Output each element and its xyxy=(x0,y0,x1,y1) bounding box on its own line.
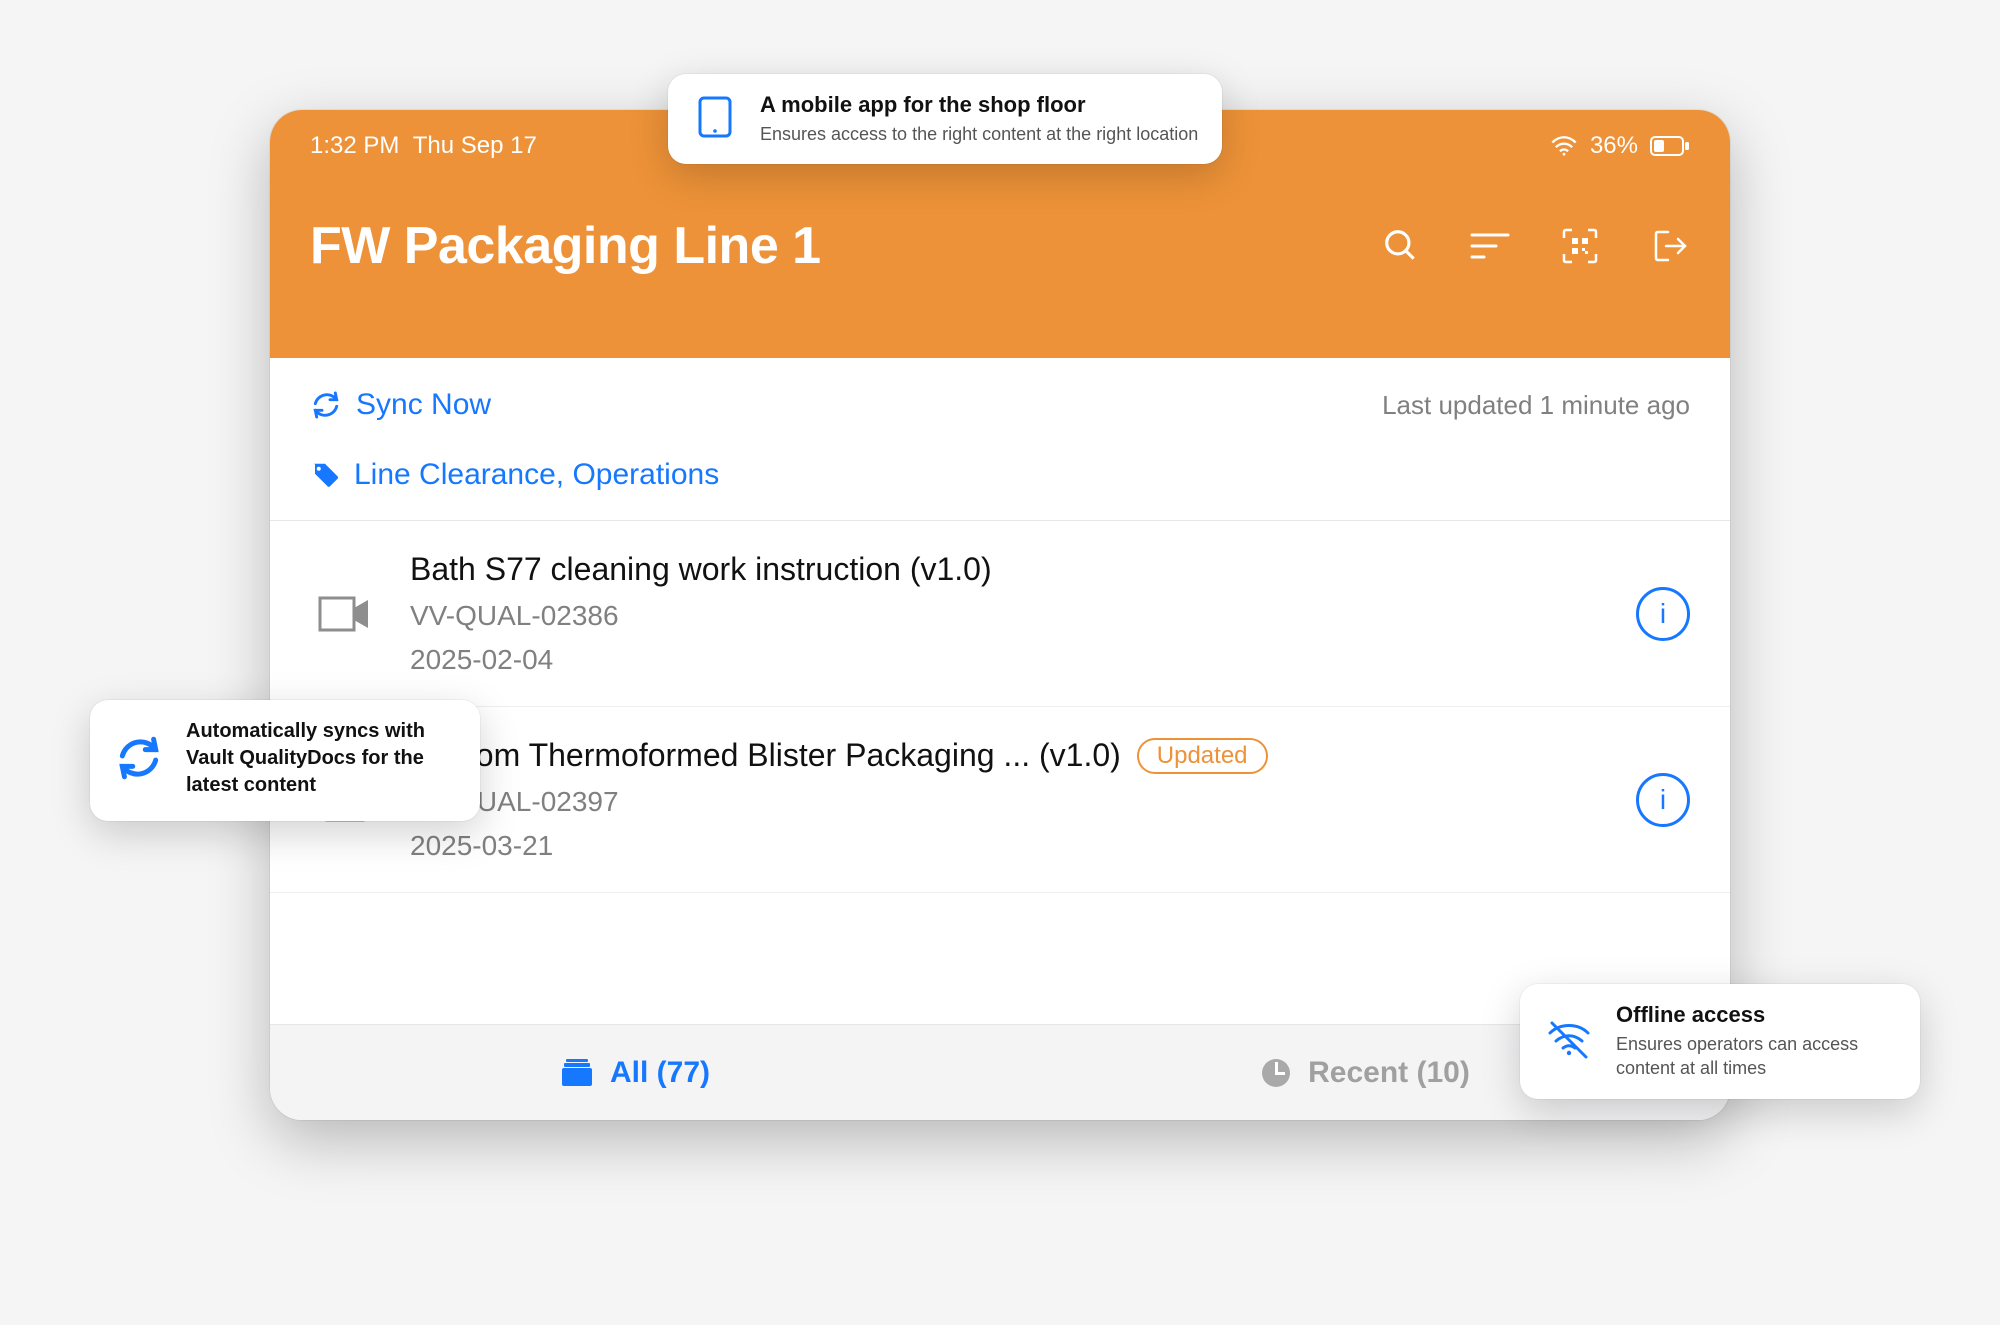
document-date: 2025-03-21 xyxy=(410,830,1606,862)
battery-percent: 36% xyxy=(1590,132,1638,160)
callout-subtitle: Ensures access to the right content at t… xyxy=(760,122,1198,146)
page-title: FW Packaging Line 1 xyxy=(310,216,821,276)
document-code: VV-QUAL-02397 xyxy=(410,786,1606,818)
sync-now-button[interactable]: Sync Now xyxy=(310,388,491,422)
callout-mobile-app: A mobile app for the shop floor Ensures … xyxy=(668,74,1222,164)
updated-badge: Updated xyxy=(1137,738,1268,774)
tags-bar[interactable]: Line Clearance, Operations xyxy=(270,440,1730,521)
document-list: Bath S77 cleaning work instruction (v1.0… xyxy=(270,521,1730,893)
last-updated-text: Last updated 1 minute ago xyxy=(1382,390,1690,421)
document-title: Custom Thermoformed Blister Packaging ..… xyxy=(410,737,1121,774)
search-icon[interactable] xyxy=(1382,227,1420,265)
battery-icon xyxy=(1650,136,1690,156)
tab-recent-label: Recent (10) xyxy=(1308,1056,1470,1090)
callout-auto-sync: Automatically syncs with Vault QualityDo… xyxy=(90,700,480,821)
status-date: Thu Sep 17 xyxy=(413,132,537,159)
status-time-date: 1:32 PM Thu Sep 17 xyxy=(310,132,537,160)
sync-bar: Sync Now Last updated 1 minute ago xyxy=(270,358,1730,440)
sync-now-label: Sync Now xyxy=(356,388,491,422)
tab-all-label: All (77) xyxy=(610,1056,710,1090)
document-date: 2025-02-04 xyxy=(410,644,1606,676)
wifi-icon xyxy=(1550,135,1578,157)
callout-offline-access: Offline access Ensures operators can acc… xyxy=(1520,984,1920,1099)
tags-text: Line Clearance, Operations xyxy=(354,458,719,492)
wifi-off-icon xyxy=(1544,1017,1594,1066)
sort-icon[interactable] xyxy=(1470,231,1510,261)
bottom-tab-bar: All (77) Recent (10) xyxy=(270,1024,1730,1120)
callout-title: A mobile app for the shop floor xyxy=(760,92,1198,118)
tablet-icon xyxy=(692,94,738,145)
info-button[interactable]: i xyxy=(1636,773,1690,827)
callout-subtitle: Ensures operators can access content at … xyxy=(1616,1032,1896,1081)
logout-icon[interactable] xyxy=(1650,226,1690,266)
document-row[interactable]: Bath S77 cleaning work instruction (v1.0… xyxy=(270,521,1730,707)
callout-title: Offline access xyxy=(1616,1002,1896,1028)
qr-scan-icon[interactable] xyxy=(1560,226,1600,266)
video-icon xyxy=(310,594,380,634)
document-main: Custom Thermoformed Blister Packaging ..… xyxy=(410,737,1606,862)
document-title: Bath S77 cleaning work instruction (v1.0… xyxy=(410,551,992,588)
status-time: 1:32 PM xyxy=(310,132,399,159)
tab-all[interactable]: All (77) xyxy=(270,1025,1000,1120)
tablet-frame: 1:32 PM Thu Sep 17 36% FW Packaging Line… xyxy=(270,110,1730,1120)
sync-icon xyxy=(114,733,164,788)
document-row[interactable]: Custom Thermoformed Blister Packaging ..… xyxy=(270,707,1730,893)
document-main: Bath S77 cleaning work instruction (v1.0… xyxy=(410,551,1606,676)
document-code: VV-QUAL-02386 xyxy=(410,600,1606,632)
info-button[interactable]: i xyxy=(1636,587,1690,641)
callout-title: Automatically syncs with Vault QualityDo… xyxy=(186,718,456,799)
